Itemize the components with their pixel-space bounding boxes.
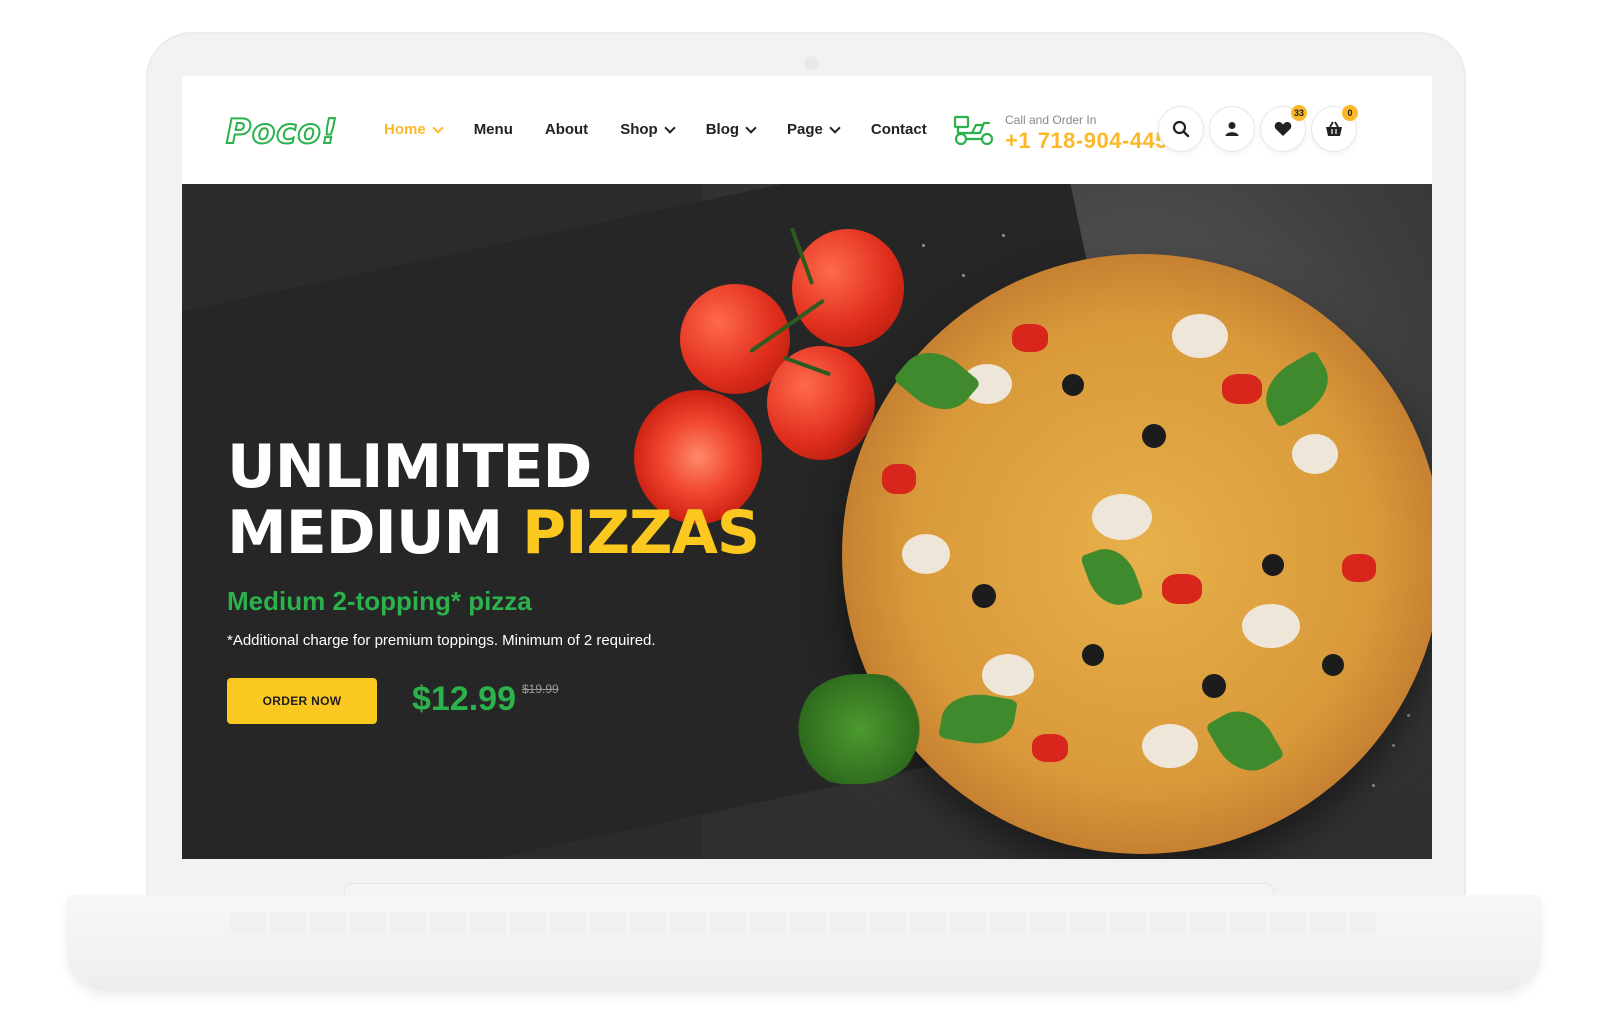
original-price: $19.99 bbox=[522, 682, 559, 696]
nav-item-label: About bbox=[544, 121, 589, 138]
site-header: Poco! Home Menu About Shop Blog Page Con… bbox=[182, 76, 1432, 184]
chevron-down-icon bbox=[745, 121, 757, 134]
basil-garnish-image bbox=[794, 674, 924, 784]
chevron-down-icon bbox=[664, 121, 676, 134]
nav-item-label: Shop bbox=[620, 121, 658, 138]
nav-item-label: Home bbox=[384, 121, 426, 138]
search-icon bbox=[1172, 120, 1190, 138]
wishlist-count-badge: 33 bbox=[1291, 105, 1307, 121]
nav-item-shop[interactable]: Shop bbox=[620, 121, 676, 138]
site-logo[interactable]: Poco! bbox=[225, 111, 338, 153]
nav-item-label: Blog bbox=[705, 121, 740, 138]
headline-line-2: MEDIUM PIZZAS bbox=[227, 498, 760, 568]
laptop-base bbox=[66, 895, 1542, 991]
pizza-image bbox=[842, 254, 1432, 854]
heart-icon bbox=[1274, 122, 1292, 136]
nav-item-label: Menu bbox=[473, 121, 513, 138]
call-label: Call and Order In bbox=[1005, 113, 1097, 127]
hero-banner: UNLIMITED MEDIUM PIZZAS Medium 2-topping… bbox=[182, 184, 1432, 859]
user-icon bbox=[1225, 122, 1239, 136]
cart-count-badge: 0 bbox=[1342, 105, 1358, 121]
headline-white-word: MEDIUM bbox=[227, 498, 503, 568]
chevron-down-icon bbox=[432, 121, 444, 134]
hero-headline: UNLIMITED MEDIUM PIZZAS bbox=[227, 432, 760, 568]
keyboard-row bbox=[230, 912, 1376, 934]
nav-item-blog[interactable]: Blog bbox=[705, 121, 757, 138]
search-button[interactable] bbox=[1158, 106, 1204, 152]
browser-viewport: Poco! Home Menu About Shop Blog Page Con… bbox=[182, 76, 1432, 859]
nav-item-contact[interactable]: Contact bbox=[871, 121, 927, 138]
cart-button[interactable]: 0 bbox=[1311, 105, 1358, 152]
sale-price: $12.99 bbox=[412, 680, 516, 718]
nav-item-about[interactable]: About bbox=[545, 121, 588, 138]
hero-note: *Additional charge for premium toppings.… bbox=[227, 632, 656, 649]
nav-item-menu[interactable]: Menu bbox=[474, 121, 513, 138]
main-nav: Home Menu About Shop Blog Page Contact bbox=[384, 121, 959, 138]
account-button[interactable] bbox=[1209, 106, 1255, 152]
nav-item-home[interactable]: Home bbox=[384, 121, 444, 138]
wishlist-button[interactable]: 33 bbox=[1260, 105, 1307, 152]
delivery-scooter-icon bbox=[953, 115, 994, 146]
basket-icon bbox=[1326, 121, 1342, 136]
headline-line-1: UNLIMITED bbox=[227, 432, 592, 502]
nav-item-label: Contact bbox=[870, 121, 927, 138]
chevron-down-icon bbox=[829, 121, 841, 134]
hero-subheadline: Medium 2-topping* pizza bbox=[227, 586, 532, 616]
nav-item-label: Page bbox=[787, 121, 823, 138]
headline-accent-word: PIZZAS bbox=[522, 498, 760, 568]
nav-item-page[interactable]: Page bbox=[787, 121, 841, 138]
order-now-button[interactable]: ORDER NOW bbox=[227, 678, 377, 724]
phone-number[interactable]: +1 718-904-4450 bbox=[1005, 128, 1181, 154]
webcam-icon bbox=[804, 56, 818, 70]
